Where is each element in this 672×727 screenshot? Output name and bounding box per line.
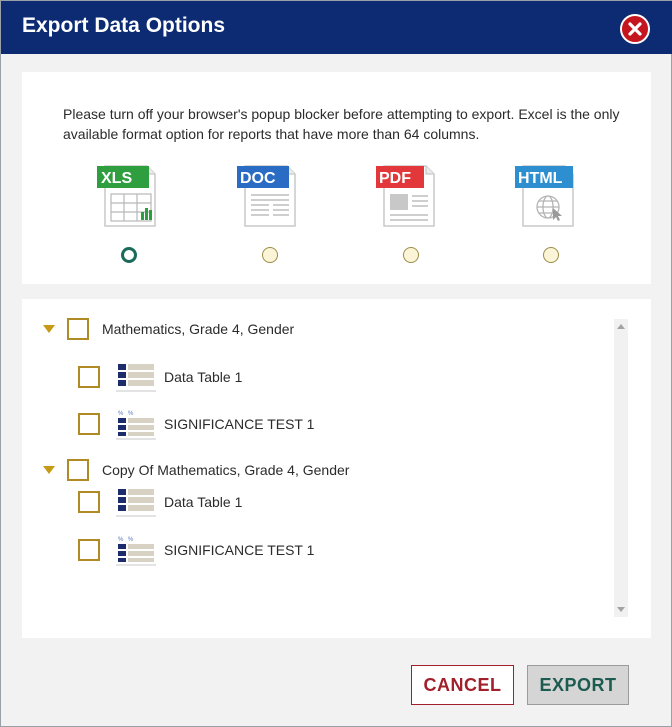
tree-group: Copy Of Mathematics, Grade 4, Gender (43, 458, 349, 482)
group-checkbox[interactable] (67, 459, 89, 481)
format-label-pdf: PDF (379, 170, 411, 187)
format-radio-doc[interactable] (262, 247, 278, 263)
scroll-up-arrow-icon[interactable] (617, 324, 625, 329)
dialog-titlebar: Export Data Options (1, 1, 672, 54)
format-panel: Please turn off your browser's popup blo… (22, 72, 651, 284)
pdf-icon: PDF (376, 165, 435, 227)
scroll-down-arrow-icon[interactable] (617, 607, 625, 612)
format-option-pdf[interactable]: PDF (376, 160, 456, 270)
tree-item: % % SIGNIFICANCE TEST 1 (78, 537, 315, 566)
format-option-html[interactable]: HTML (515, 160, 595, 270)
close-button[interactable] (620, 14, 650, 44)
close-x-icon (628, 22, 642, 36)
item-checkbox[interactable] (78, 413, 100, 435)
spreadsheet-icon: XLS (97, 165, 156, 227)
svg-text:%: % (118, 537, 124, 543)
significance-test-icon: % % (116, 411, 156, 440)
item-checkbox[interactable] (78, 366, 100, 388)
format-radio-xls[interactable] (121, 247, 137, 263)
item-label: SIGNIFICANCE TEST 1 (164, 542, 315, 558)
data-table-icon (116, 364, 156, 392)
tree-scrollbar[interactable] (614, 319, 628, 617)
document-icon: DOC (237, 165, 296, 227)
format-label-doc: DOC (240, 170, 276, 187)
item-label: SIGNIFICANCE TEST 1 (164, 416, 315, 432)
tree-group: Mathematics, Grade 4, Gender (43, 317, 294, 341)
item-label: Data Table 1 (164, 494, 243, 510)
globe-page-icon: HTML (515, 165, 574, 227)
item-checkbox[interactable] (78, 491, 100, 513)
format-options: XLS DOC PDF HTML (22, 160, 651, 270)
item-label: Data Table 1 (164, 369, 243, 385)
significance-test-icon: % % (116, 537, 156, 566)
tree-item: Data Table 1 (78, 364, 243, 392)
tree-item: % % SIGNIFICANCE TEST 1 (78, 411, 315, 440)
format-radio-pdf[interactable] (403, 247, 419, 263)
format-option-xls[interactable]: XLS (97, 160, 177, 270)
caret-down-icon[interactable] (43, 325, 55, 333)
format-option-doc[interactable]: DOC (237, 160, 317, 270)
svg-text:%: % (128, 537, 134, 543)
format-radio-html[interactable] (543, 247, 559, 263)
report-tree: Mathematics, Grade 4, Gender Data Table … (22, 299, 651, 638)
group-label: Copy Of Mathematics, Grade 4, Gender (102, 462, 350, 478)
group-checkbox[interactable] (67, 318, 89, 340)
popup-notice: Please turn off your browser's popup blo… (63, 106, 620, 142)
item-checkbox[interactable] (78, 539, 100, 561)
group-label: Mathematics, Grade 4, Gender (102, 321, 295, 337)
export-button[interactable]: EXPORT (527, 665, 629, 705)
tree-item: Data Table 1 (78, 489, 243, 517)
format-label-html: HTML (518, 170, 563, 187)
cancel-button[interactable]: CANCEL (411, 665, 514, 705)
data-table-icon (116, 489, 156, 517)
svg-text:%: % (128, 411, 134, 417)
format-label-xls: XLS (101, 170, 132, 187)
caret-down-icon[interactable] (43, 466, 55, 474)
dialog-title: Export Data Options (22, 14, 226, 37)
svg-text:%: % (118, 411, 124, 417)
export-dialog: Export Data Options Please turn off your… (0, 0, 672, 727)
